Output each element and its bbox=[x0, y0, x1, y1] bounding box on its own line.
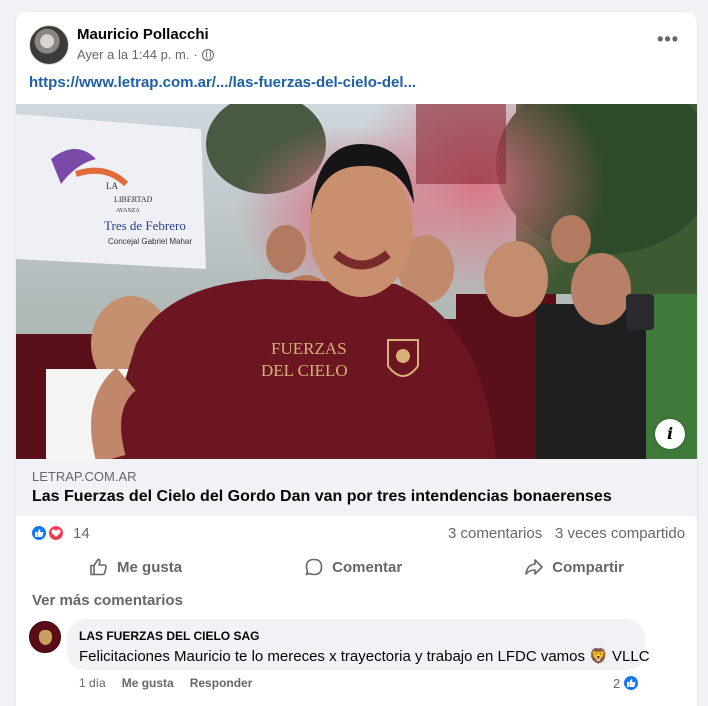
author-avatar[interactable] bbox=[29, 25, 69, 65]
post-link[interactable]: https://www.letrap.com.ar/.../las-fuerza… bbox=[29, 74, 416, 91]
banner-text-4: Tres de Febrero bbox=[104, 218, 186, 233]
globe-icon[interactable] bbox=[201, 48, 214, 61]
comment-like-button[interactable]: Me gusta bbox=[122, 676, 174, 690]
post-actions: Me gusta Comentar Compartir bbox=[28, 549, 685, 585]
like-reaction-icon[interactable] bbox=[30, 524, 48, 542]
share-icon bbox=[525, 559, 544, 575]
banner-text-3: AVANZA bbox=[116, 208, 140, 214]
comment-reply-button[interactable]: Responder bbox=[190, 676, 253, 690]
meta-separator: · bbox=[193, 47, 198, 62]
comment-button[interactable]: Comentar bbox=[292, 551, 414, 583]
comment-label: Comentar bbox=[332, 558, 403, 576]
comments-count[interactable]: 3 comentarios bbox=[448, 525, 542, 542]
info-icon[interactable]: i bbox=[655, 419, 685, 449]
like-button[interactable]: Me gusta bbox=[77, 551, 194, 583]
post-card: Mauricio Pollacchi Ayer a la 1:44 p. m. … bbox=[16, 12, 697, 706]
post-header: Mauricio Pollacchi Ayer a la 1:44 p. m. … bbox=[16, 12, 697, 72]
crowd-photo-illustration: LA LIBERTAD AVANZA Tres de Febrero Conce… bbox=[16, 104, 697, 459]
author-name[interactable]: Mauricio Pollacchi bbox=[77, 26, 209, 43]
comment-icon bbox=[305, 558, 323, 576]
preview-title[interactable]: Las Fuerzas del Cielo del Gordo Dan van … bbox=[32, 488, 612, 506]
comment-text: Felicitaciones Mauricio te lo mereces x … bbox=[79, 648, 650, 665]
shares-count[interactable]: 3 veces compartido bbox=[555, 525, 685, 542]
like-label: Me gusta bbox=[117, 558, 183, 576]
comment-meta: 1 día Me gusta Responder bbox=[79, 676, 252, 690]
comment-time[interactable]: 1 día bbox=[79, 676, 106, 690]
comment-bubble: LAS FUERZAS DEL CIELO SAG Felicitaciones… bbox=[67, 619, 650, 670]
like-reaction-icon bbox=[622, 674, 641, 692]
post-stats: 14 3 comentarios 3 veces compartido bbox=[16, 517, 697, 547]
share-label: Compartir bbox=[552, 558, 624, 576]
banner-text-5: Concejal Gabriel Mahar bbox=[108, 237, 192, 246]
share-button[interactable]: Compartir bbox=[512, 551, 636, 583]
shirt-text-2: DEL CIELO bbox=[261, 361, 348, 380]
preview-domain: LETRAP.COM.AR bbox=[32, 469, 137, 484]
view-more-comments[interactable]: Ver más comentarios bbox=[32, 592, 183, 609]
reaction-count[interactable]: 14 bbox=[73, 525, 90, 542]
thumbs-up-icon bbox=[90, 558, 107, 576]
link-preview[interactable]: LETRAP.COM.AR Las Fuerzas del Cielo del … bbox=[16, 459, 697, 516]
comment-reactions[interactable]: 2 bbox=[613, 674, 641, 692]
post-time[interactable]: Ayer a la 1:44 p. m. bbox=[77, 47, 190, 62]
banner-text-1: LA bbox=[106, 181, 118, 191]
love-reaction-icon[interactable] bbox=[47, 524, 65, 542]
shirt-text-1: FUERZAS bbox=[271, 339, 347, 358]
comment-reaction-count: 2 bbox=[613, 675, 621, 691]
commenter-name[interactable]: LAS FUERZAS DEL CIELO SAG bbox=[79, 629, 259, 643]
article-photo[interactable]: LA LIBERTAD AVANZA Tres de Febrero Conce… bbox=[16, 104, 697, 459]
commenter-avatar[interactable] bbox=[29, 621, 61, 653]
banner-text-2: LIBERTAD bbox=[114, 195, 153, 204]
post-meta: Ayer a la 1:44 p. m. · bbox=[77, 47, 214, 62]
more-options-icon[interactable]: ••• bbox=[657, 30, 679, 48]
